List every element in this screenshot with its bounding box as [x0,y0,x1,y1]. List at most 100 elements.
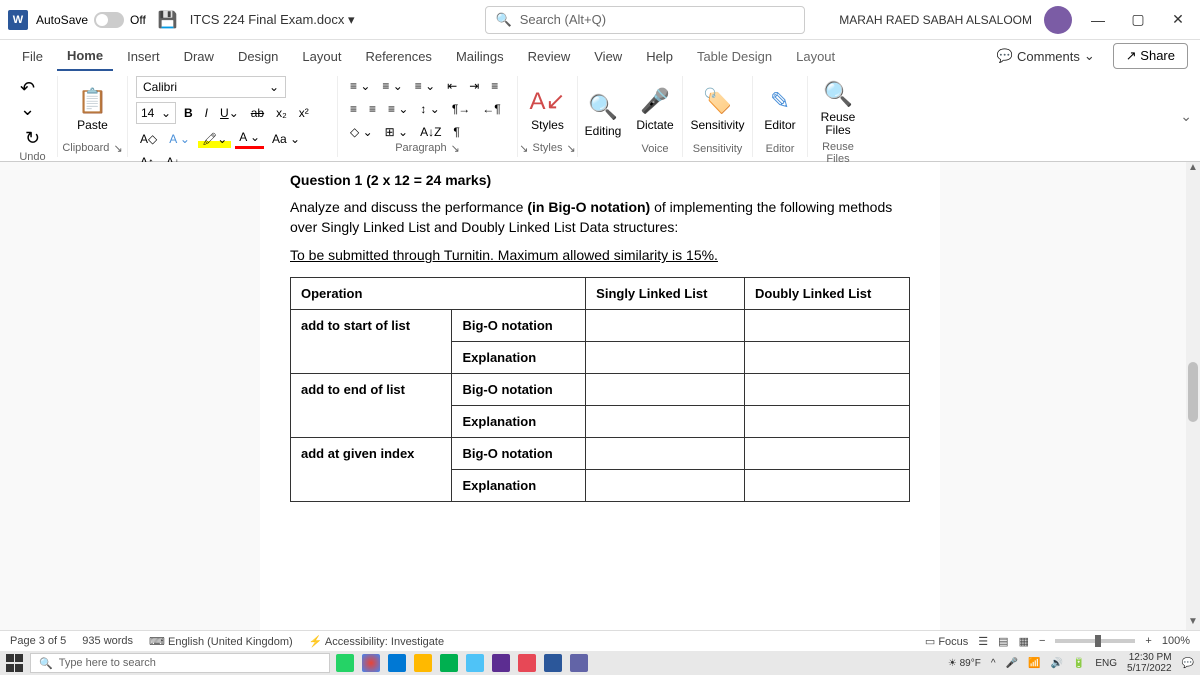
ltr-button[interactable]: ¶→ [448,100,474,118]
chrome-icon[interactable] [362,654,380,672]
accessibility-indicator[interactable]: ⚡ Accessibility: Investigate [309,635,444,648]
tab-insert[interactable]: Insert [117,43,170,70]
app-icon[interactable] [518,654,536,672]
page-indicator[interactable]: Page 3 of 5 [10,635,66,647]
numbering-button[interactable]: ≡ ⌄ [378,77,406,95]
styles-launcher-icon[interactable]: ↘ [519,142,528,155]
minimize-button[interactable]: — [1084,6,1112,34]
tab-review[interactable]: Review [518,43,581,70]
scroll-up-icon[interactable]: ▲ [1186,162,1200,176]
tray-chevron-icon[interactable]: ^ [991,658,996,669]
document-area[interactable]: Question 1 (2 x 12 = 24 marks) Analyze a… [0,162,1200,630]
zoom-slider[interactable] [1055,639,1135,643]
shading-button[interactable]: ◇ ⌄ [346,123,377,141]
justify-button[interactable]: ≡ ⌄ [384,100,412,118]
vertical-scrollbar[interactable]: ▲ ▼ [1186,162,1200,630]
share-button[interactable]: ↗ Share [1113,43,1188,69]
store-icon[interactable] [388,654,406,672]
subscript-button[interactable]: x₂ [272,104,291,122]
app-icon[interactable] [440,654,458,672]
app-icon[interactable] [466,654,484,672]
highlight-button[interactable]: 🖍⌄ [198,130,231,148]
comments-button[interactable]: 💬 Comments ⌄ [987,44,1105,68]
word-icon[interactable] [544,654,562,672]
teams-icon[interactable] [570,654,588,672]
font-size-select[interactable]: 14⌄ [136,102,176,124]
editor-button[interactable]: ✎ Editor [756,83,803,136]
dictate-button[interactable]: 🎤 Dictate [628,83,681,136]
print-layout-button[interactable]: ▤ [998,635,1008,648]
word-count[interactable]: 935 words [82,635,133,647]
zoom-out-button[interactable]: − [1039,635,1045,647]
document-title[interactable]: ITCS 224 Final Exam.docx ▾ [190,12,355,28]
notifications-icon[interactable]: 💬 [1182,658,1194,669]
taskbar-search[interactable]: 🔍 Type here to search [30,653,330,673]
scroll-down-icon[interactable]: ▼ [1186,616,1200,630]
start-button[interactable] [6,654,24,672]
align-center-button[interactable]: ≡ [346,100,361,118]
clock[interactable]: 12:30 PM 5/17/2022 [1127,652,1172,674]
exam-table[interactable]: Operation Singly Linked List Doubly Link… [290,277,910,502]
clipboard-launcher-icon[interactable]: ↘ [113,142,122,155]
line-spacing-button[interactable]: ↕ ⌄ [416,100,443,118]
tab-table-design[interactable]: Table Design [687,43,782,70]
language-button[interactable]: ENG [1095,658,1117,669]
editing-button[interactable]: 🔍 Editing [577,89,630,142]
read-mode-button[interactable]: ☰ [978,635,988,648]
align-left-button[interactable]: ≡ [487,77,502,95]
maximize-button[interactable]: ▢ [1124,6,1152,34]
tray-volume-icon[interactable]: 🔊 [1050,658,1062,669]
multilevel-button[interactable]: ≡ ⌄ [411,77,439,95]
scroll-thumb[interactable] [1188,362,1198,422]
collapse-ribbon-button[interactable]: ⌄ [1180,108,1192,125]
avatar[interactable] [1044,6,1072,34]
save-icon[interactable]: 💾 [158,10,178,30]
text-effects-button[interactable]: A ⌄ [165,130,194,148]
tray-battery-icon[interactable]: 🔋 [1073,658,1085,669]
font-color-button[interactable]: A ⌄ [235,128,264,149]
autosave-toggle[interactable]: AutoSave Off [36,12,146,28]
tab-file[interactable]: File [12,43,53,70]
tab-mailings[interactable]: Mailings [446,43,514,70]
tray-mic-icon[interactable]: 🎤 [1006,658,1018,669]
sort-button[interactable]: A↓Z [416,123,445,141]
tab-table-layout[interactable]: Layout [786,43,845,70]
tab-draw[interactable]: Draw [174,43,224,70]
tab-references[interactable]: References [355,43,441,70]
focus-button[interactable]: ▭ Focus [925,635,968,648]
bullets-button[interactable]: ≡ ⌄ [346,77,374,95]
explorer-icon[interactable] [414,654,432,672]
close-button[interactable]: ✕ [1164,6,1192,34]
undo-button[interactable]: ↶ ⌄ [16,76,49,122]
show-marks-button[interactable]: ¶ [449,123,463,141]
tab-help[interactable]: Help [636,43,683,70]
borders-button[interactable]: ⊞ ⌄ [381,123,412,141]
zoom-level[interactable]: 100% [1162,635,1190,647]
reuse-files-button[interactable]: 🔍 Reuse Files [813,76,864,141]
search-input[interactable]: 🔍 Search (Alt+Q) [485,6,805,34]
strikethrough-button[interactable]: ab [247,104,268,122]
whatsapp-icon[interactable] [336,654,354,672]
tray-wifi-icon[interactable]: 📶 [1028,658,1040,669]
redo-button[interactable]: ↻ [21,126,44,151]
tab-design[interactable]: Design [228,43,288,70]
underline-button[interactable]: U ⌄ [216,104,243,122]
clear-formatting-button[interactable]: A◇ [136,130,161,148]
weather-widget[interactable]: ☀ 89°F [948,658,981,669]
sensitivity-button[interactable]: 🏷️ Sensitivity [682,83,752,136]
toggle-icon[interactable] [94,12,124,28]
italic-button[interactable]: I [201,104,212,122]
zoom-in-button[interactable]: + [1145,635,1151,647]
tab-view[interactable]: View [584,43,632,70]
vs-icon[interactable] [492,654,510,672]
tab-home[interactable]: Home [57,42,113,71]
paragraph-launcher-icon[interactable]: ↘ [451,142,460,155]
styles-button[interactable]: A↙ Styles [521,83,573,136]
language-indicator[interactable]: ⌨ English (United Kingdom) [149,635,293,648]
font-name-select[interactable]: Calibri⌄ [136,76,286,98]
align-right-button[interactable]: ≡ [365,100,380,118]
increase-indent-button[interactable]: ⇥ [465,77,483,95]
tab-layout[interactable]: Layout [292,43,351,70]
change-case-button[interactable]: Aa ⌄ [268,130,304,148]
decrease-indent-button[interactable]: ⇤ [443,77,461,95]
